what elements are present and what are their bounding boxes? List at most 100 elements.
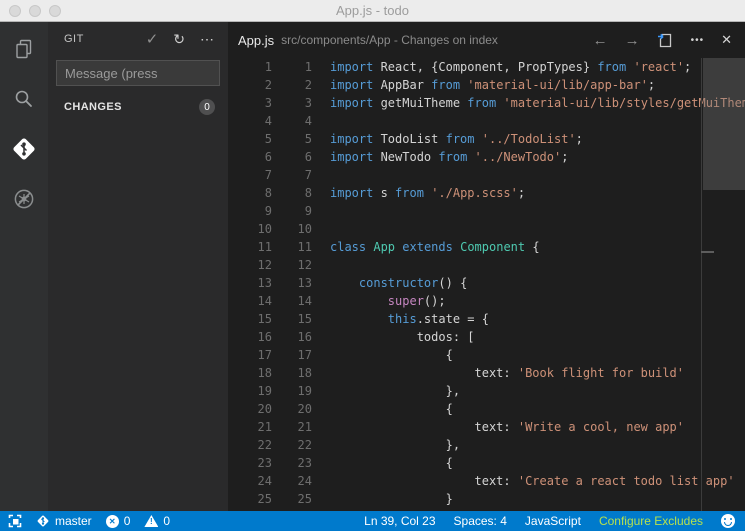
code-line[interactable]: 23 23 {	[228, 454, 745, 472]
more-actions-icon[interactable]: ⋯	[200, 32, 214, 46]
status-bar: master ✕ 0 ! 0 Ln 39, Col 23 Spaces: 4 J…	[0, 511, 745, 531]
code-text: text: 'Book flight for build'	[330, 366, 685, 380]
code-line[interactable]: 10 10	[228, 220, 745, 238]
cursor-position[interactable]: Ln 39, Col 23	[364, 514, 435, 528]
line-number-new: 24	[297, 474, 312, 488]
overview-ruler-marker	[701, 251, 714, 253]
workbench: GIT ✓ ↻ ⋯ CHANGES 0 App.js src/component…	[0, 22, 745, 511]
line-number-old: 23	[257, 456, 272, 470]
line-number-new: 15	[297, 312, 312, 326]
line-number-new: 16	[297, 330, 312, 344]
line-number-old: 9	[264, 204, 272, 218]
sidebar-git-panel: GIT ✓ ↻ ⋯ CHANGES 0	[48, 22, 228, 511]
line-number-new: 14	[297, 294, 312, 308]
code-line[interactable]: 99	[228, 202, 745, 220]
line-number-old: 14	[257, 294, 272, 308]
code-line[interactable]: 14 14 super();	[228, 292, 745, 310]
code-line[interactable]: 19 19 },	[228, 382, 745, 400]
line-number-old: 21	[257, 420, 272, 434]
indent-setting[interactable]: Spaces: 4	[454, 514, 507, 528]
close-editor-icon[interactable]: ✕	[721, 32, 732, 48]
commit-message-input[interactable]	[56, 60, 220, 86]
git-branch-item[interactable]: master	[36, 514, 92, 528]
code-line[interactable]: 13 13 constructor() {	[228, 274, 745, 292]
status-bar-left: master ✕ 0 ! 0	[8, 514, 364, 528]
activity-bar	[0, 22, 48, 511]
traffic-lights	[9, 5, 61, 17]
code-line[interactable]: 11 11 class App extends Component {	[228, 238, 745, 256]
debug-no-bug-icon	[12, 187, 36, 216]
line-number-old: 3	[264, 96, 272, 110]
editor-more-icon[interactable]: •••	[691, 35, 705, 46]
open-file-icon[interactable]	[657, 32, 674, 49]
line-number-old: 26	[228, 508, 272, 511]
errors-item[interactable]: ✕ 0	[105, 514, 131, 528]
code-line[interactable]: 12 12	[228, 256, 745, 274]
editor-file-title: App.js	[238, 32, 275, 48]
feedback-smiley-icon[interactable]	[721, 514, 735, 528]
sidebar-actions: ✓ ↻ ⋯	[146, 32, 214, 47]
code-line[interactable]: 44	[228, 112, 745, 130]
code-line[interactable]: 77	[228, 166, 745, 184]
code-text: },	[330, 438, 461, 452]
configure-excludes-link[interactable]: Configure Excludes	[599, 514, 703, 528]
code-line[interactable]: 22 22 },	[228, 436, 745, 454]
line-number-old: 18	[257, 366, 272, 380]
line-number-new: 22	[297, 438, 312, 452]
code-line[interactable]: 5 5 import TodoList from '../TodoList';	[228, 130, 745, 148]
code-line[interactable]: 21 21 text: 'Write a cool, new app'	[228, 418, 745, 436]
nav-forward-icon[interactable]: →	[625, 33, 640, 48]
search-icon	[12, 87, 36, 116]
line-number-new: 11	[297, 240, 312, 254]
code-line[interactable]: 3 3 import getMuiTheme from 'material-ui/l…	[228, 94, 745, 112]
warnings-item[interactable]: ! 0	[144, 514, 170, 528]
code-line[interactable]: 16 16 todos: [	[228, 328, 745, 346]
files-icon	[12, 37, 36, 66]
code-line[interactable]: 25 25 }	[228, 490, 745, 508]
nav-back-icon[interactable]: ←	[593, 33, 608, 48]
changes-label: CHANGES	[64, 101, 122, 113]
activity-item-debug[interactable]	[11, 188, 37, 214]
line-number-old: 20	[257, 402, 272, 416]
code-line[interactable]: 2 2 import AppBar from 'material-ui/lib/ap…	[228, 76, 745, 94]
close-window-icon[interactable]	[9, 5, 21, 17]
code-text: import AppBar from 'material-ui/lib/app-…	[330, 78, 656, 92]
code-line[interactable]: 17 17 {	[228, 346, 745, 364]
line-number-new: 7	[304, 168, 312, 182]
line-number-new: 18	[297, 366, 312, 380]
line-number-new: 21	[297, 420, 312, 434]
changes-section-header[interactable]: CHANGES 0	[48, 96, 228, 118]
minimize-window-icon[interactable]	[29, 5, 41, 17]
code-line[interactable]: 1 1 import React, {Component, PropTypes} f…	[228, 58, 745, 76]
zoom-window-icon[interactable]	[49, 5, 61, 17]
code-line[interactable]: 18 18 text: 'Book flight for build'	[228, 364, 745, 382]
line-number-old: 5	[264, 132, 272, 146]
error-count: 0	[123, 514, 131, 528]
scrollbar-thumb[interactable]	[703, 58, 745, 190]
refresh-icon[interactable]: ↻	[173, 32, 185, 46]
code-line[interactable]: 8 8 import s from './App.scss';	[228, 184, 745, 202]
branch-icon	[37, 515, 49, 527]
line-number-old: 15	[257, 312, 272, 326]
activity-item-explorer[interactable]	[11, 38, 37, 64]
code-text: }	[330, 492, 453, 506]
warning-icon: !	[144, 515, 159, 527]
code-lines[interactable]: 1 1 import React, {Component, PropTypes} f…	[228, 58, 745, 511]
code-line[interactable]: 20 20 {	[228, 400, 745, 418]
status-square-icon[interactable]	[8, 514, 22, 528]
warning-count: 0	[163, 514, 171, 528]
code-line[interactable]: 24 24 text: 'Create a react todo list app…	[228, 472, 745, 490]
code-text: import React, {Component, PropTypes} fro…	[330, 60, 692, 74]
code-line[interactable]: 2626 ]	[228, 508, 745, 511]
line-number-new: 8	[304, 186, 312, 200]
code-line[interactable]: 15 15 this.state = {	[228, 310, 745, 328]
language-mode[interactable]: JavaScript	[525, 514, 581, 528]
code-text: super();	[387, 294, 446, 308]
code-line[interactable]: 6 6 import NewTodo from '../NewTodo';	[228, 148, 745, 166]
activity-item-search[interactable]	[11, 88, 37, 114]
activity-item-git[interactable]	[11, 137, 37, 164]
line-number-new: 23	[297, 456, 312, 470]
code-text: import TodoList from '../TodoList';	[330, 132, 583, 146]
line-number-old: 1	[264, 60, 272, 74]
commit-check-icon[interactable]: ✓	[146, 32, 159, 47]
